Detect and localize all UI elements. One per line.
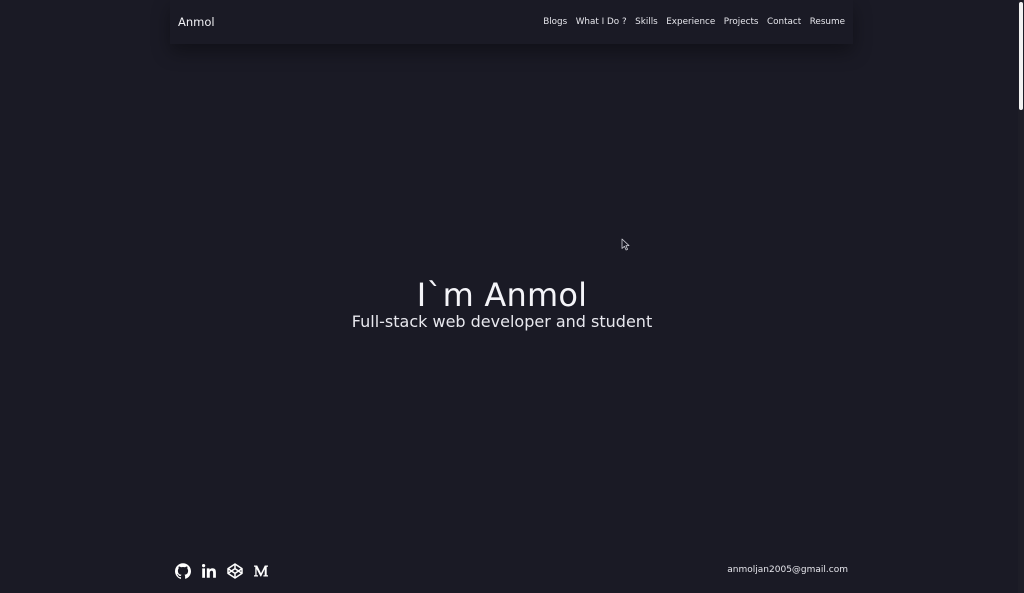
nav-link-projects[interactable]: Projects xyxy=(724,17,759,27)
nav-link-skills[interactable]: Skills xyxy=(635,17,658,27)
linkedin-link[interactable] xyxy=(200,562,217,579)
nav-link-contact[interactable]: Contact xyxy=(767,17,801,27)
hero-subtitle: Full-stack web developer and student xyxy=(351,312,653,331)
nav-link-experience[interactable]: Experience xyxy=(666,17,715,27)
scrollbar-thumb[interactable] xyxy=(1019,2,1023,110)
email-link[interactable]: anmoljan2005@gmail.com xyxy=(727,565,848,575)
codepen-icon xyxy=(226,562,243,579)
nav-link-resume[interactable]: Resume xyxy=(810,17,845,27)
nav-link-blogs[interactable]: Blogs xyxy=(543,17,567,27)
hero-title: I`m Anmol xyxy=(416,276,588,314)
nav-links: Blogs What I Do ? Skills Experience Proj… xyxy=(543,17,845,27)
mouse-cursor-icon xyxy=(621,238,630,251)
codepen-link[interactable] xyxy=(226,562,243,579)
medium-icon xyxy=(253,565,268,576)
page: Anmol Blogs What I Do ? Skills Experienc… xyxy=(0,0,1024,593)
scrollbar[interactable] xyxy=(1018,0,1024,593)
nav-link-what-i-do[interactable]: What I Do ? xyxy=(576,17,627,27)
social-links xyxy=(174,562,269,579)
linkedin-icon xyxy=(201,563,216,578)
github-link[interactable] xyxy=(174,562,191,579)
medium-link[interactable] xyxy=(252,562,269,579)
brand-logo[interactable]: Anmol xyxy=(178,15,215,29)
github-icon xyxy=(174,562,191,579)
hero-section: I`m Anmol Full-stack web developer and s… xyxy=(0,274,1004,332)
navbar: Anmol Blogs What I Do ? Skills Experienc… xyxy=(170,0,853,44)
